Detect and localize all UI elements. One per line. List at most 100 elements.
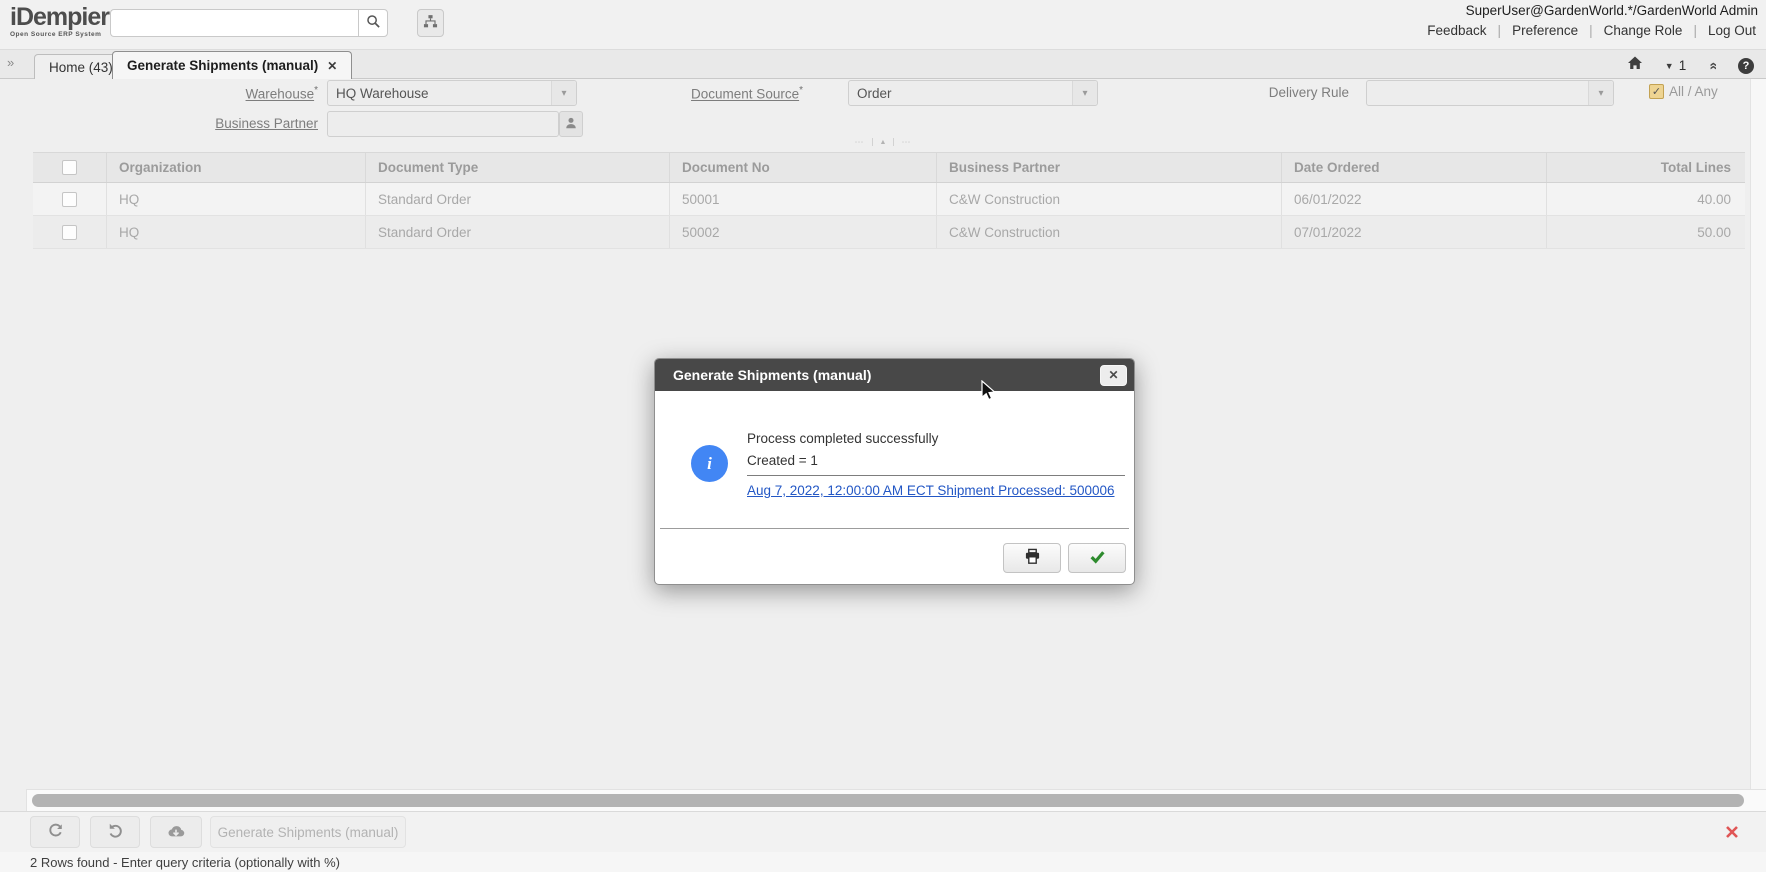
business-partner-lookup-button[interactable] [559, 111, 583, 137]
splitter-dots-icon: ⋯ [901, 137, 911, 148]
reset-button[interactable] [90, 816, 140, 848]
warehouse-combobox[interactable]: HQ Warehouse ▾ [327, 80, 577, 106]
close-window-button[interactable] [1718, 819, 1746, 847]
business-partner-label: Business Partner [120, 116, 318, 131]
delivery-rule-combobox[interactable]: ▾ [1366, 80, 1614, 106]
business-partner-input[interactable] [327, 111, 559, 137]
table-header-row: Organization Document Type Document No B… [33, 152, 1745, 183]
column-header-business-partner[interactable]: Business Partner [937, 153, 1282, 182]
cell-organization: HQ [107, 183, 366, 215]
column-header-date-ordered[interactable]: Date Ordered [1282, 153, 1547, 182]
top-header: iDempiere Open Source ERP System SuperUs… [0, 0, 1766, 50]
status-bar: 2 Rows found - Enter query criteria (opt… [0, 852, 1766, 872]
info-icon: i [691, 445, 728, 482]
tab-close-icon[interactable]: ✕ [327, 60, 337, 72]
splitter-divider [872, 138, 873, 146]
logged-in-user: SuperUser@GardenWorld.*/GardenWorld Admi… [1416, 3, 1758, 18]
menu-separator: | [1589, 23, 1593, 38]
printer-icon [1024, 548, 1041, 568]
column-header-total-lines[interactable]: Total Lines [1547, 153, 1745, 182]
orders-table: Organization Document Type Document No B… [33, 152, 1745, 249]
global-search-input[interactable] [110, 9, 358, 37]
process-log: Aug 7, 2022, 12:00:00 AM ECT Shipment Pr… [747, 475, 1125, 500]
required-marker: * [799, 85, 803, 96]
delivery-rule-label: Delivery Rule [1155, 85, 1349, 100]
change-role-link[interactable]: Change Role [1604, 23, 1683, 38]
document-source-label: Document Source* [610, 85, 803, 102]
dialog-titlebar[interactable]: Generate Shipments (manual) ✕ [655, 359, 1134, 391]
column-header-document-type[interactable]: Document Type [366, 153, 670, 182]
cell-date-ordered: 06/01/2022 [1282, 183, 1547, 215]
preference-link[interactable]: Preference [1512, 23, 1578, 38]
process-messages: Process completed successfully Created =… [747, 431, 1125, 500]
logo-subtitle: Open Source ERP System [10, 32, 122, 39]
row-select-cell [33, 216, 107, 248]
help-icon[interactable]: ? [1738, 58, 1754, 74]
column-header-document-no[interactable]: Document No [670, 153, 937, 182]
logout-link[interactable]: Log Out [1708, 23, 1756, 38]
menu-separator: | [1498, 23, 1502, 38]
table-row[interactable]: HQ Standard Order 50001 C&W Construction… [33, 183, 1745, 216]
user-menu: Feedback | Preference | Change Role | Log O… [1416, 23, 1758, 38]
cell-document-no: 50002 [670, 216, 937, 248]
tabbar-actions: ▼ 1 » ? [1627, 55, 1754, 76]
select-all-checkbox[interactable] [62, 160, 77, 175]
dialog-separator [660, 528, 1129, 529]
process-result-dialog: Generate Shipments (manual) ✕ i Process … [654, 358, 1135, 585]
chevron-down-icon: ▾ [1588, 81, 1613, 105]
idempiere-app: iDempiere Open Source ERP System SuperUs… [0, 0, 1766, 872]
process-created-count: Created = 1 [747, 453, 1125, 468]
all-any-checkbox[interactable]: ✓ [1649, 84, 1664, 99]
cell-document-type: Standard Order [366, 216, 670, 248]
open-windows-dropdown[interactable]: ▼ 1 [1665, 58, 1686, 73]
warehouse-label: Warehouse* [120, 85, 318, 102]
menu-separator: | [1693, 23, 1697, 38]
refresh-button[interactable] [30, 816, 80, 848]
all-any-label: All / Any [1669, 84, 1718, 99]
app-logo: iDempiere Open Source ERP System [10, 5, 122, 39]
generate-shipments-button[interactable]: Generate Shipments (manual) [210, 816, 406, 848]
shipment-log-link[interactable]: Aug 7, 2022, 12:00:00 AM ECT Shipment Pr… [747, 483, 1115, 498]
splitter-collapse-icon[interactable]: ▲ [880, 139, 887, 146]
person-icon [564, 116, 578, 133]
cell-document-no: 50001 [670, 183, 937, 215]
dialog-body: i Process completed successfully Created… [655, 391, 1134, 584]
splitter-divider [893, 138, 894, 146]
feedback-link[interactable]: Feedback [1427, 23, 1486, 38]
user-block: SuperUser@GardenWorld.*/GardenWorld Admi… [1416, 3, 1758, 38]
home-icon[interactable] [1627, 55, 1643, 76]
dialog-close-icon[interactable]: ✕ [1100, 365, 1127, 386]
tab-overflow-chevron-icon[interactable]: » [7, 55, 14, 70]
cell-organization: HQ [107, 216, 366, 248]
undo-icon [107, 822, 124, 842]
row-checkbox[interactable] [62, 192, 77, 207]
horizontal-scrollbar[interactable] [26, 789, 1766, 812]
delivery-rule-value [1367, 81, 1588, 105]
panel-splitter[interactable]: ⋯ ▲ ⋯ [0, 136, 1766, 148]
print-button[interactable] [1003, 543, 1061, 573]
chevron-down-icon: ▼ [1665, 61, 1674, 71]
required-marker: * [314, 85, 318, 96]
cloud-download-icon [167, 822, 185, 843]
search-button[interactable] [358, 9, 388, 37]
collapse-header-icon[interactable]: » [1704, 62, 1720, 70]
all-any-field: ✓ All / Any [1649, 84, 1718, 99]
tab-home-label: Home (43) [49, 60, 113, 75]
row-select-cell [33, 183, 107, 215]
menu-tree-button[interactable] [417, 9, 444, 37]
vertical-scrollbar[interactable] [1750, 79, 1766, 789]
ok-button[interactable] [1068, 543, 1126, 573]
cell-business-partner: C&W Construction [937, 183, 1282, 215]
bottom-toolbar: Generate Shipments (manual) [0, 811, 1766, 853]
column-header-organization[interactable]: Organization [107, 153, 366, 182]
document-source-combobox[interactable]: Order ▾ [848, 80, 1098, 106]
chevron-down-icon: ▾ [1072, 81, 1097, 105]
tab-generate-shipments[interactable]: Generate Shipments (manual) ✕ [112, 51, 352, 79]
horizontal-scrollbar-thumb[interactable] [32, 794, 1744, 807]
red-close-icon [1724, 824, 1740, 843]
export-button[interactable] [150, 816, 202, 848]
logo-title: iDempiere [10, 5, 122, 30]
cell-date-ordered: 07/01/2022 [1282, 216, 1547, 248]
table-row[interactable]: HQ Standard Order 50002 C&W Construction… [33, 216, 1745, 249]
row-checkbox[interactable] [62, 225, 77, 240]
